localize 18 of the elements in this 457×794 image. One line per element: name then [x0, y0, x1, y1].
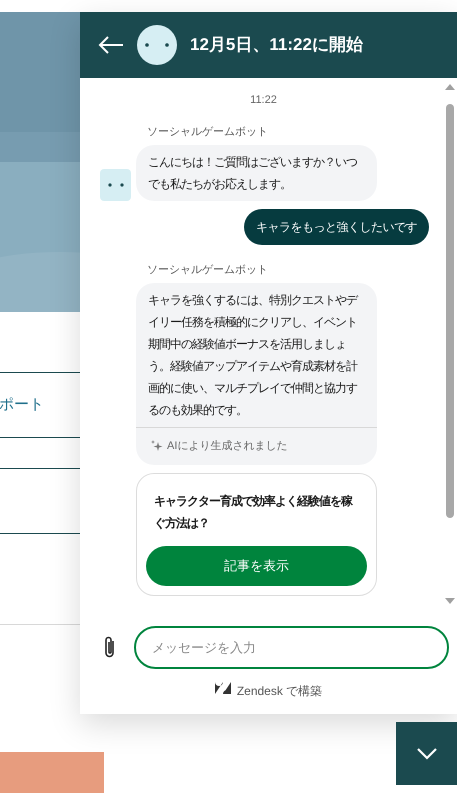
timestamp: 11:22 — [250, 93, 277, 108]
ai-generated-label: AIにより生成されました — [167, 438, 288, 454]
sender-name: ソーシャルゲームボット — [147, 264, 268, 276]
message-bubble: こんにちは！ご質問はございますか？いつでも私たちがお応えします。 — [136, 144, 377, 200]
chat-title: 12月5日、11:22に開始 — [190, 34, 363, 56]
sparkle-icon — [150, 440, 163, 452]
view-article-button[interactable]: 記事を表示 — [146, 546, 367, 586]
chevron-down-icon — [416, 748, 436, 760]
bot-avatar-icon — [137, 25, 177, 65]
article-title: キャラクター育成で効率よく経験値を稼ぐ方法は？ — [153, 492, 354, 532]
back-icon[interactable] — [98, 36, 124, 54]
message-input[interactable]: メッセージを入力 — [134, 626, 449, 668]
message-text: キャラを強くするには、特別クエストやデイリー任務を積極的にクリアし、イベント期間中の経験値ボーナスを活用しましょう。経験値アップアイテムや育成素材を計画的に使い、マルチプレイで仲間と協力するのも効果的です。 — [147, 292, 359, 418]
zendesk-logo-icon — [214, 682, 231, 694]
powered-by-text: Zendesk で構築 — [236, 683, 322, 700]
sender-name: ソーシャルゲームボット — [147, 126, 268, 138]
paperclip-icon[interactable] — [103, 635, 117, 659]
user-message-bubble: キャラをもっと強くしたいです — [244, 208, 429, 244]
